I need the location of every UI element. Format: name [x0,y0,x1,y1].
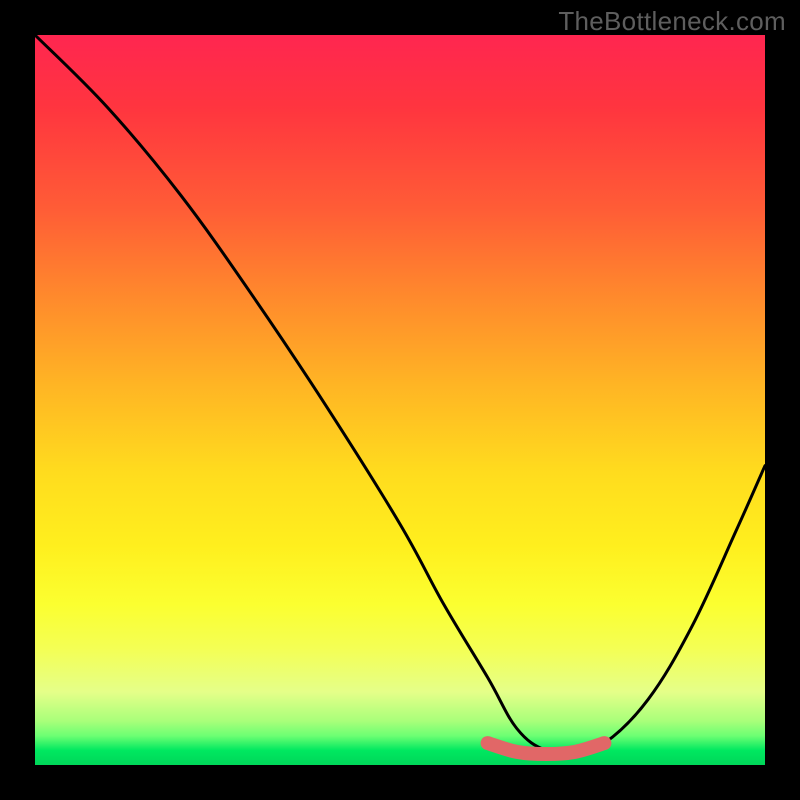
optimal-zone-highlight [488,743,605,754]
watermark-text: TheBottleneck.com [558,6,786,37]
curve-layer [35,35,765,765]
plot-area [35,35,765,765]
bottleneck-curve [35,35,765,752]
chart-frame: TheBottleneck.com [0,0,800,800]
